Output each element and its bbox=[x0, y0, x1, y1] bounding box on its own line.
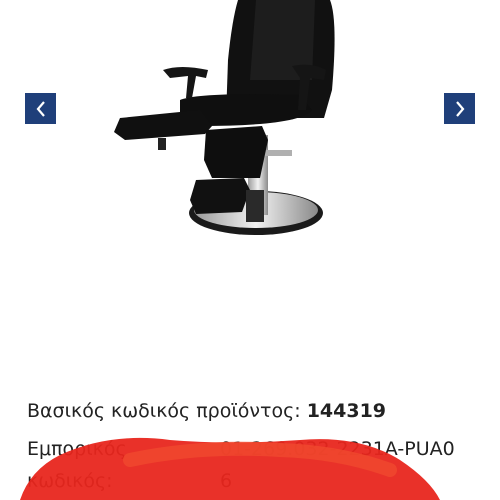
gallery-prev-button[interactable] bbox=[25, 93, 56, 124]
product-gallery bbox=[0, 0, 500, 330]
base-code-label: Βασικός κωδικός προϊόντος: bbox=[27, 400, 301, 422]
red-scribble-annotation bbox=[20, 437, 440, 500]
product-image[interactable] bbox=[105, 0, 345, 270]
chevron-right-icon bbox=[455, 100, 464, 117]
base-code-value: 144319 bbox=[306, 400, 387, 422]
base-code-row: Βασικός κωδικός προϊόντος: 144319 bbox=[27, 400, 386, 422]
gallery-next-button[interactable] bbox=[444, 93, 475, 124]
chevron-left-icon bbox=[36, 100, 45, 117]
